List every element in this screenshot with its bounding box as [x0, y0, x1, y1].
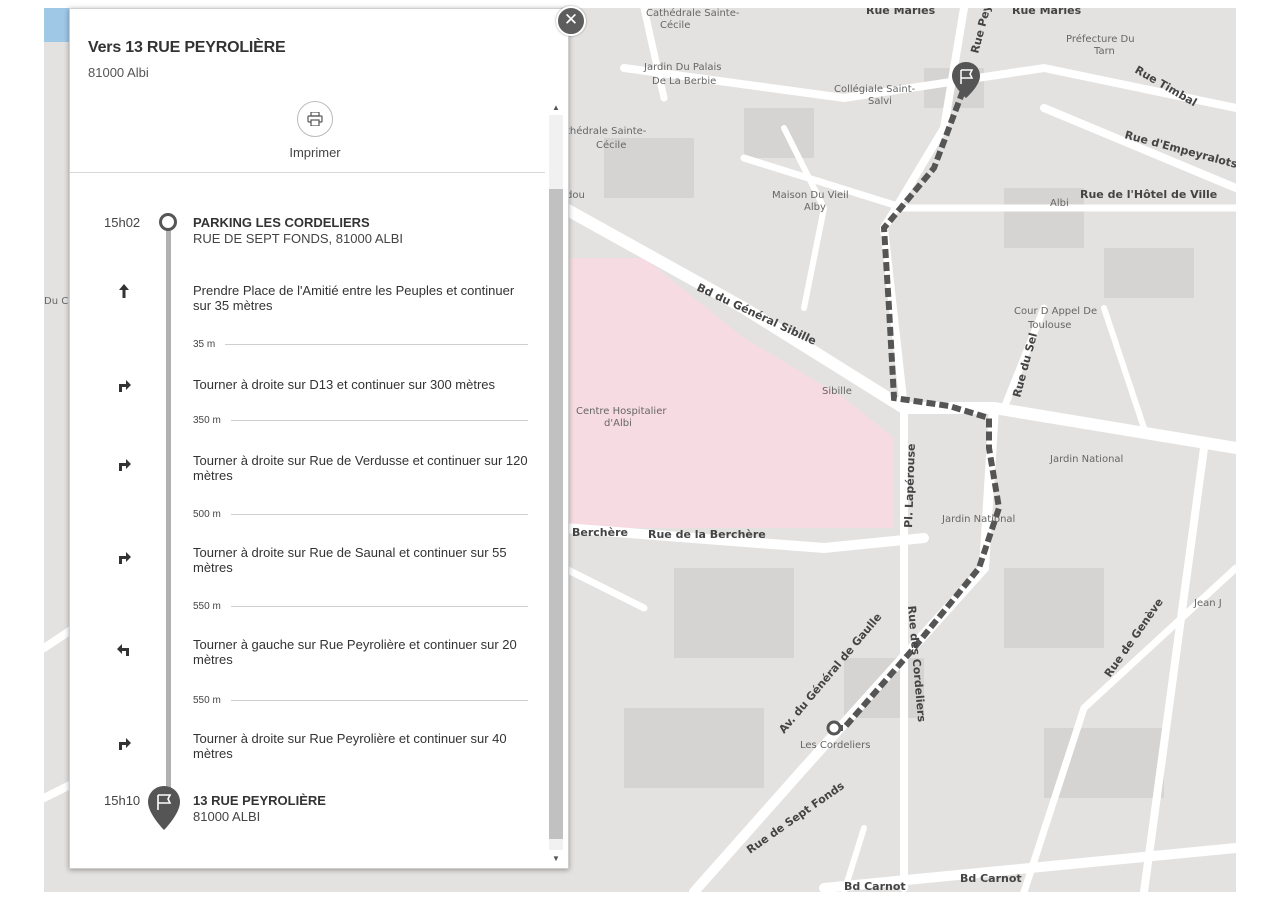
distance-label: 35 m	[193, 339, 216, 350]
start-time: 15h02	[104, 215, 141, 230]
distance-label: 500 m	[193, 509, 221, 520]
turn-right-icon	[114, 547, 134, 567]
turn-right-icon	[114, 375, 134, 395]
end-address: 81000 ALBI	[193, 809, 261, 824]
scroll-down-icon[interactable]: ▼	[546, 852, 566, 866]
svg-text:Cécile: Cécile	[596, 139, 626, 151]
svg-text:thédrale Sainte-: thédrale Sainte-	[566, 125, 647, 137]
close-button[interactable]: ✕	[556, 6, 586, 36]
step-instruction: Tourner à droite sur Rue de Verdusse et …	[193, 453, 528, 483]
svg-text:Cathédrale Sainte-: Cathédrale Sainte-	[646, 8, 740, 19]
end-place-name: 13 RUE PEYROLIÈRE	[193, 793, 326, 808]
start-place-name: PARKING LES CORDELIERS	[193, 215, 370, 230]
svg-text:Toulouse: Toulouse	[1027, 320, 1071, 331]
svg-text:Berchère: Berchère	[572, 526, 628, 539]
distance-divider	[230, 420, 528, 421]
svg-text:Préfecture Du: Préfecture Du	[1066, 33, 1135, 45]
map-start-marker[interactable]	[826, 720, 842, 736]
close-icon[interactable]: ✕	[564, 10, 578, 30]
svg-text:Cour D Appel De: Cour D Appel De	[1014, 306, 1097, 317]
arrow-up-icon	[114, 281, 134, 301]
header-divider	[70, 172, 545, 173]
turn-right-icon	[114, 454, 134, 474]
svg-text:Jean J: Jean J	[1193, 598, 1222, 609]
svg-text:Cécile: Cécile	[660, 19, 690, 31]
svg-text:Tarn: Tarn	[1093, 46, 1115, 57]
svg-text:Maison Du Vieil: Maison Du Vieil	[772, 190, 849, 201]
svg-text:De La Berbie: De La Berbie	[652, 76, 716, 87]
print-button[interactable]: Imprimer	[275, 101, 355, 160]
svg-text:d'Albi: d'Albi	[604, 418, 632, 429]
svg-text:Les Cordeliers: Les Cordeliers	[800, 740, 871, 751]
svg-text:Jardin National: Jardin National	[1049, 454, 1123, 465]
distance-label: 550 m	[193, 695, 221, 706]
print-icon[interactable]	[297, 101, 333, 137]
svg-text:Du C: Du C	[44, 296, 68, 307]
svg-text:Rue Mariès: Rue Mariès	[866, 8, 936, 17]
step-distance: 550 m	[193, 695, 528, 706]
distance-divider	[230, 514, 528, 515]
step-instruction: Prendre Place de l'Amitié entre les Peup…	[193, 283, 515, 313]
svg-text:Jardin National: Jardin National	[941, 514, 1015, 525]
timeline-line	[166, 227, 171, 807]
start-marker-icon	[159, 213, 177, 231]
end-time: 15h10	[104, 793, 141, 808]
start-address: RUE DE SEPT FONDS, 81000 ALBI	[193, 231, 404, 246]
distance-divider	[230, 606, 528, 607]
finish-flag-icon	[148, 786, 180, 832]
svg-text:Bd Carnot: Bd Carnot	[960, 872, 1022, 885]
step-instruction: Tourner à droite sur D13 et continuer su…	[193, 377, 496, 392]
step-distance: 35 m	[193, 339, 528, 350]
distance-label: 350 m	[193, 415, 221, 426]
svg-text:Rue de l'Hôtel de Ville: Rue de l'Hôtel de Ville	[1080, 188, 1217, 201]
turn-right-icon	[114, 733, 134, 753]
svg-text:Collégiale Saint-: Collégiale Saint-	[834, 83, 916, 95]
scroll-up-icon[interactable]: ▲	[546, 101, 566, 115]
distance-divider	[230, 700, 528, 701]
step-instruction: Tourner à droite sur Rue Peyrolière et c…	[193, 731, 507, 761]
panel-title: Vers 13 RUE PEYROLIÈRE	[88, 39, 286, 56]
scroll-thumb[interactable]	[549, 189, 563, 839]
svg-text:Salvi: Salvi	[868, 96, 892, 107]
step-distance: 500 m	[193, 509, 528, 520]
step-distance: 350 m	[193, 415, 528, 426]
panel-subtitle: 81000 Albi	[88, 65, 149, 80]
itinerary-panel: Vers 13 RUE PEYROLIÈRE 81000 Albi Imprim…	[69, 8, 569, 869]
svg-text:Rue Mariès: Rue Mariès	[1012, 8, 1082, 17]
step-instruction: Tourner à droite sur Rue de Saunal et co…	[193, 545, 507, 575]
scrollbar[interactable]: ▲ ▼	[546, 101, 566, 866]
svg-text:Bd Carnot: Bd Carnot	[844, 880, 906, 892]
svg-text:Albi: Albi	[1050, 198, 1069, 209]
distance-divider	[225, 344, 528, 345]
water-area	[44, 8, 70, 42]
distance-label: 550 m	[193, 601, 221, 612]
turn-left-icon	[114, 639, 134, 659]
step-instruction: Tourner à gauche sur Rue Peyrolière et c…	[193, 637, 517, 667]
svg-text:Sibille: Sibille	[822, 386, 852, 397]
svg-text:Alby: Alby	[804, 202, 826, 213]
svg-text:Centre Hospitalier: Centre Hospitalier	[576, 406, 667, 417]
svg-text:Jardin Du Palais: Jardin Du Palais	[643, 62, 721, 73]
print-label[interactable]: Imprimer	[275, 145, 355, 160]
step-distance: 550 m	[193, 601, 528, 612]
svg-text:Rue de la Berchère: Rue de la Berchère	[648, 528, 766, 541]
